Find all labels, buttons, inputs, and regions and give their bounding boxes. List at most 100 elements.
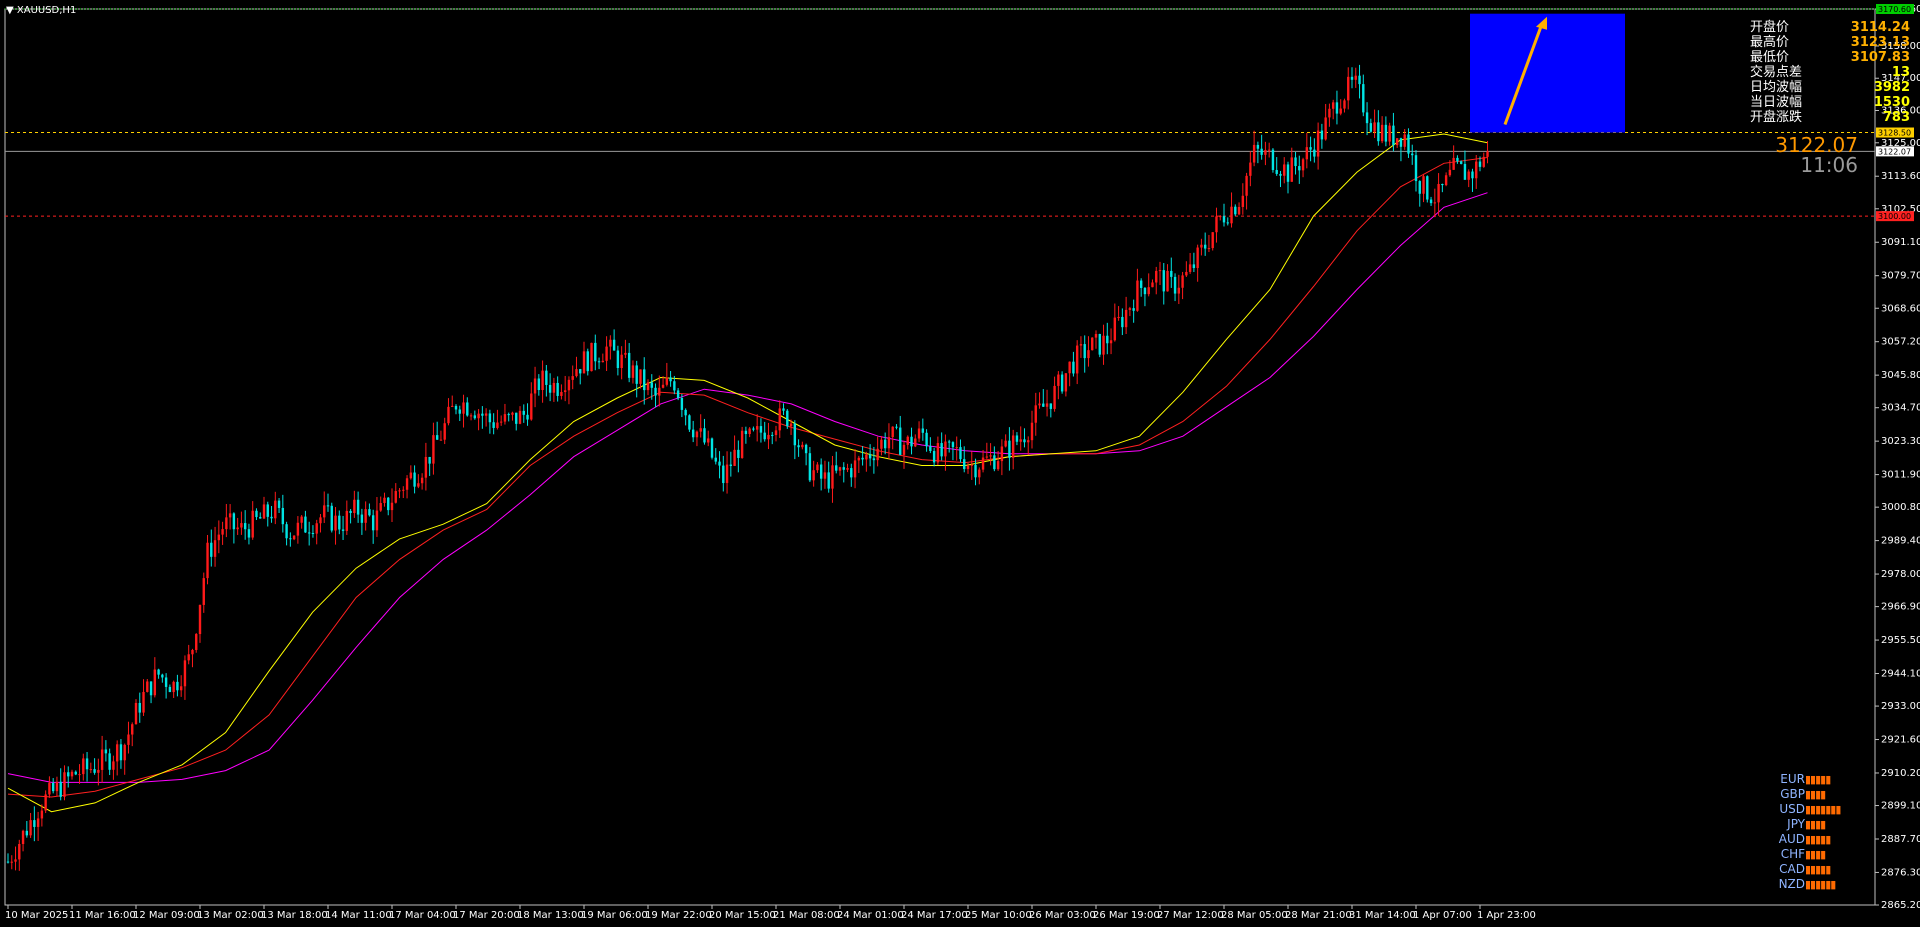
- currency-row: NZD ▮▮▮▮▮▮: [1775, 877, 1845, 892]
- candle-body: [1094, 333, 1098, 338]
- candle-body: [1162, 270, 1165, 292]
- candle-body: [778, 408, 781, 431]
- candle-body: [921, 428, 925, 433]
- candle-body: [1222, 216, 1226, 223]
- candle-body: [563, 390, 567, 393]
- bar-countdown: 11:06: [1800, 153, 1858, 177]
- candle-body: [996, 461, 1000, 470]
- y-tick-label: 2910.20: [1881, 768, 1920, 779]
- candle-body: [270, 516, 273, 519]
- candle-body: [887, 437, 891, 449]
- candle-body: [767, 434, 770, 440]
- candle-body: [891, 426, 894, 438]
- candle-body: [353, 499, 356, 514]
- candle-body: [1354, 75, 1357, 80]
- candle-body: [831, 465, 834, 489]
- candle-body: [861, 457, 864, 460]
- candle-body: [658, 387, 661, 396]
- currency-row: CHF ▮▮▮▮: [1775, 847, 1845, 862]
- candle-body: [349, 510, 352, 514]
- candle-body: [1091, 337, 1094, 351]
- candle-body: [1301, 159, 1305, 171]
- candle-body: [481, 413, 484, 416]
- stat-label: 开盘涨跌: [1750, 110, 1803, 125]
- candle-body: [232, 513, 236, 530]
- candle-body: [541, 370, 544, 391]
- x-tick-label: 18 Mar 13:00: [517, 910, 584, 921]
- candle-body: [1200, 244, 1203, 248]
- candle-body: [1380, 124, 1384, 142]
- candle-body: [492, 422, 495, 428]
- stat-label: 日均波幅: [1750, 80, 1803, 95]
- candle-body: [876, 448, 879, 461]
- currency-row: AUD ▮▮▮▮▮: [1775, 832, 1845, 847]
- candle-body: [1313, 149, 1316, 157]
- candle-body: [78, 774, 81, 776]
- candle-body: [947, 441, 951, 443]
- y-tick-label: 2955.50: [1881, 635, 1920, 646]
- candle-body: [424, 456, 428, 478]
- candle-body: [755, 426, 759, 430]
- x-tick-label: 12 Mar 09:00: [133, 910, 200, 921]
- candle-body: [307, 532, 311, 534]
- candle-body: [1241, 195, 1245, 207]
- candle-body: [1053, 385, 1056, 409]
- candle-body: [311, 532, 315, 534]
- candle-body: [771, 434, 774, 436]
- candle-body: [55, 781, 59, 792]
- candle-body: [394, 491, 397, 503]
- candle-body: [725, 464, 729, 484]
- candle-body: [14, 859, 17, 862]
- candle-body: [183, 660, 187, 687]
- candle-body: [187, 654, 190, 661]
- candle-body: [612, 339, 616, 351]
- stat-row: 开盘价 3114.24: [1750, 20, 1910, 35]
- candle-body: [872, 458, 876, 461]
- currency-name: EUR: [1780, 772, 1805, 786]
- candle-body: [1188, 264, 1192, 272]
- candle-body: [1170, 270, 1173, 277]
- y-tick-label: 3057.20: [1881, 337, 1920, 348]
- candle-body: [1309, 147, 1312, 150]
- candle-body: [1283, 164, 1286, 176]
- candle-body: [25, 830, 29, 836]
- candle-body: [1151, 282, 1154, 288]
- x-tick-label: 17 Mar 20:00: [453, 910, 520, 921]
- candle-body: [1324, 117, 1327, 140]
- candle-body: [684, 409, 687, 416]
- y-tick-label: 2887.70: [1881, 834, 1920, 845]
- candle-body: [1000, 446, 1004, 462]
- y-tick-label: 2966.90: [1881, 602, 1920, 613]
- candle-body: [289, 538, 292, 540]
- candle-body: [759, 426, 763, 433]
- symbol-label: ▼ XAUUSD,H1: [6, 5, 77, 16]
- candle-body: [146, 681, 149, 692]
- y-tick-label: 2944.10: [1881, 669, 1920, 680]
- candle-body: [338, 515, 341, 530]
- candle-body: [330, 505, 333, 531]
- stat-value: 3123.13: [1850, 35, 1910, 50]
- candle-body: [405, 478, 409, 490]
- candle-body: [59, 781, 62, 797]
- candle-body: [936, 443, 940, 463]
- candle-body: [1147, 287, 1150, 295]
- candle-body: [1437, 184, 1440, 203]
- candle-body: [266, 504, 269, 517]
- candle-body: [364, 509, 367, 523]
- candle-body: [496, 422, 499, 428]
- currency-name: NZD: [1778, 877, 1805, 891]
- candle-body: [1136, 280, 1139, 311]
- candle-body: [1181, 275, 1184, 288]
- x-tick-label: 14 Mar 11:00: [325, 910, 392, 921]
- candle-body: [1173, 276, 1177, 294]
- price-chart[interactable]: 3170.603158.003147.003136.003125.003113.…: [0, 0, 1920, 927]
- candle-body: [955, 447, 958, 449]
- ma-slow-line: [7, 192, 1488, 783]
- stat-row: 开盘涨跌 783: [1750, 110, 1910, 125]
- candle-body: [1019, 439, 1022, 442]
- stat-label: 开盘价: [1750, 20, 1790, 35]
- candle-body: [371, 515, 375, 531]
- x-tick-label: 17 Mar 04:00: [389, 910, 456, 921]
- candle-body: [179, 686, 183, 691]
- candle-body: [1377, 122, 1380, 142]
